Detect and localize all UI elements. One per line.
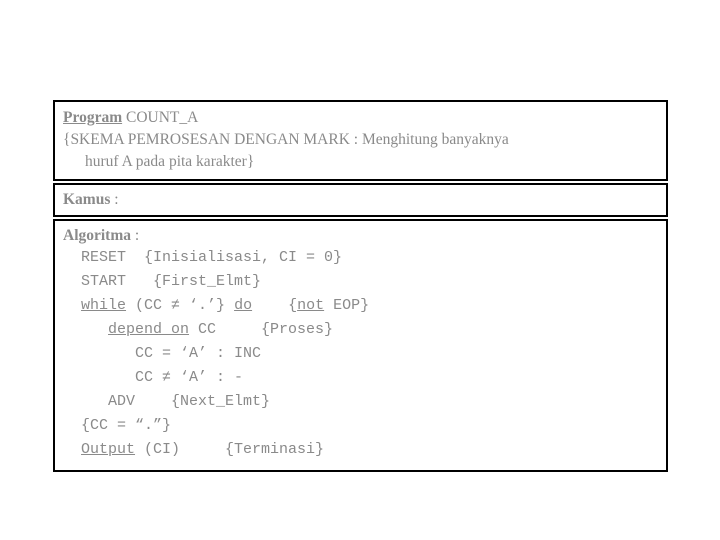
algoritma-label: Algoritma (63, 227, 132, 244)
program-header-block: Program COUNT_A {SKEMA PEMROSESAN DENGAN… (53, 100, 668, 181)
code-segment-while-5: not (297, 297, 325, 314)
code-line-case-equal-a: CC = ‘A’ : INC (63, 342, 658, 366)
code-segment-while-3: do (234, 297, 253, 314)
program-comment-line-2: huruf A pada pita karakter} (63, 151, 658, 173)
code-segment-output-2: (CI) {Terminasi} (135, 441, 325, 458)
code-segment-case-not-equal-a-0: CC ≠ ‘A’ : - (63, 369, 244, 386)
program-comment-line-2-text: huruf A pada pita karakter} (85, 153, 255, 170)
code-segment-reset-0: RESET {Inisialisasi, CI = 0} (63, 249, 343, 266)
code-segment-while-0 (63, 297, 81, 314)
kamus-block: Kamus : (53, 183, 668, 217)
code-segment-start-0: START {First_Elmt} (63, 273, 262, 290)
code-segment-output-1: Output (81, 441, 136, 458)
code-segment-case-equal-a-0: CC = ‘A’ : INC (63, 345, 262, 362)
algoritma-colon: : (131, 227, 140, 244)
algoritma-code-listing: RESET {Inisialisasi, CI = 0} START {Firs… (63, 246, 658, 462)
kamus-heading: Kamus : (63, 189, 658, 210)
code-line-assert-mark: {CC = “.”} (63, 414, 658, 438)
program-declaration-line: Program COUNT_A (63, 107, 658, 129)
code-segment-output-0 (63, 441, 81, 458)
code-line-while: while (CC ≠ ‘.’} do {not EOP} (63, 294, 658, 318)
code-line-case-not-equal-a: CC ≠ ‘A’ : - (63, 366, 658, 390)
code-segment-while-2: (CC ≠ ‘.’} (126, 297, 235, 314)
code-segment-depend-on-0 (63, 321, 108, 338)
pseudocode-frame: Program COUNT_A {SKEMA PEMROSESAN DENGAN… (53, 100, 668, 472)
program-keyword: Program (63, 109, 123, 126)
program-comment-line-1: {SKEMA PEMROSESAN DENGAN MARK : Menghitu… (63, 131, 509, 148)
code-segment-assert-mark-0: {CC = “.”} (63, 417, 172, 434)
code-line-reset: RESET {Inisialisasi, CI = 0} (63, 246, 658, 270)
code-line-start: START {First_Elmt} (63, 270, 658, 294)
algoritma-heading: Algoritma : (63, 225, 658, 246)
code-segment-depend-on-2: CC {Proses} (189, 321, 334, 338)
program-name: COUNT_A (122, 109, 199, 126)
algoritma-block: Algoritma : RESET {Inisialisasi, CI = 0}… (53, 219, 668, 472)
code-line-adv: ADV {Next_Elmt} (63, 390, 658, 414)
code-segment-adv-0: ADV {Next_Elmt} (63, 393, 271, 410)
code-line-depend-on: depend on CC {Proses} (63, 318, 658, 342)
code-segment-while-4: { (252, 297, 298, 314)
code-segment-depend-on-1: depend on (108, 321, 190, 338)
code-segment-while-6: EOP} (324, 297, 370, 314)
code-line-output: Output (CI) {Terminasi} (63, 438, 658, 462)
code-segment-while-1: while (81, 297, 127, 314)
kamus-colon: : (110, 191, 119, 208)
kamus-label: Kamus (63, 191, 111, 208)
slide-canvas: Program COUNT_A {SKEMA PEMROSESAN DENGAN… (0, 0, 720, 540)
